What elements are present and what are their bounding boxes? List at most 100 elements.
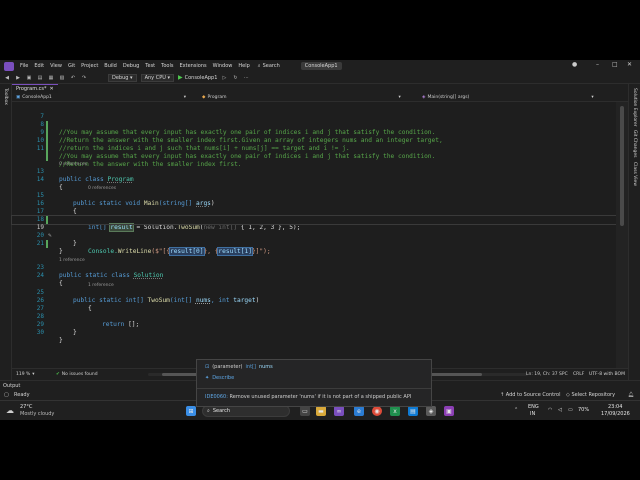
account-icon[interactable]: ● — [572, 61, 577, 68]
menu-project[interactable]: Project — [78, 63, 101, 69]
line-number: 30 — [36, 329, 44, 336]
menu-extensions[interactable]: Extensions — [176, 63, 209, 69]
redo-icon[interactable]: ↷ — [80, 74, 88, 82]
menu-bar: File Edit View Git Project Build Debug T… — [0, 60, 640, 72]
project-dropdown[interactable]: ▣ ConsoleApp1 ▾ — [16, 94, 186, 101]
diagnostic-message: IDE0060: Remove unused parameter 'nums' … — [205, 394, 411, 400]
battery-icon[interactable]: ▭ — [568, 407, 573, 413]
zoom-label: 119 % — [16, 372, 31, 377]
solution-explorer-tab[interactable]: Solution Explorer — [632, 88, 637, 127]
select-repository-button[interactable]: ◇ Select Repository — [566, 392, 615, 398]
maximize-icon[interactable]: □ — [612, 61, 618, 68]
menu-test[interactable]: Test — [142, 63, 158, 69]
save-all-icon[interactable]: ▧ — [58, 74, 66, 82]
undo-icon[interactable]: ↶ — [69, 74, 77, 82]
volume-icon[interactable]: ◁ — [558, 407, 562, 413]
minimize-icon[interactable]: – — [596, 61, 599, 68]
search-icon: ⌕ — [207, 408, 210, 414]
zoom-dropdown[interactable]: 119 % ▾ — [16, 372, 35, 377]
edge-icon[interactable]: e — [354, 406, 364, 416]
store-icon[interactable]: ▤ — [408, 406, 418, 416]
tray-chevron-icon[interactable]: ⌃ — [514, 407, 518, 413]
clock-time[interactable]: 23:04 — [608, 404, 622, 410]
close-icon[interactable]: ✕ — [627, 61, 632, 68]
task-view-icon[interactable]: ▭ — [300, 406, 310, 416]
scrollbar-thumb[interactable] — [620, 106, 624, 226]
code-line: 15 public static void Main(string[] args… — [12, 184, 616, 207]
language-region[interactable]: IN — [530, 411, 535, 417]
menu-search[interactable]: ⌕ Search — [255, 63, 283, 69]
issues-label: No issues found — [61, 372, 98, 377]
left-tool-strip: Toolbox — [0, 84, 12, 380]
change-marker — [46, 240, 48, 248]
menu-help[interactable]: Help — [235, 63, 252, 69]
file-explorer-icon[interactable]: ▬ — [316, 406, 326, 416]
save-icon[interactable]: ▦ — [47, 74, 55, 82]
wifi-icon[interactable]: ◠ — [548, 407, 552, 413]
menu-file[interactable]: File — [17, 63, 31, 69]
project-label: ConsoleApp1 — [22, 95, 52, 100]
forward-icon[interactable]: ▶ — [14, 74, 22, 82]
back-icon[interactable]: ◀ — [3, 74, 11, 82]
diagnostic-code-link[interactable]: IDE0060: — [205, 394, 228, 400]
clock-date[interactable]: 17/09/2026 — [601, 411, 630, 417]
configuration-dropdown[interactable]: Debug ▾ — [108, 73, 137, 82]
code-line: 9 //return the indices i and j such that… — [12, 121, 616, 152]
class-icon: ◆ — [202, 95, 206, 100]
open-icon[interactable]: ▤ — [36, 74, 44, 82]
git-changes-tab[interactable]: Git Changes — [632, 130, 637, 158]
code-line: 23 public static class Solution — [12, 256, 616, 279]
ready-icon: ▢ — [4, 392, 9, 398]
platform-label: Any CPU — [144, 74, 166, 81]
issues-indicator[interactable]: ✔ No issues found — [56, 372, 98, 377]
menu-git[interactable]: Git — [65, 63, 78, 69]
brace: } — [73, 240, 77, 247]
add-source-control-button[interactable]: ↑ Add to Source Control — [500, 392, 561, 398]
play-icon: ▶ — [177, 74, 183, 81]
file-encoding[interactable]: UTF-8 with BOM — [589, 372, 625, 377]
new-item-icon[interactable]: ▣ — [25, 74, 33, 82]
toolbox-tab[interactable]: Toolbox — [3, 88, 8, 105]
member-dropdown[interactable]: ◈ Main(string[] args) ▾ — [422, 94, 594, 101]
whitespace-mode[interactable]: SPC — [559, 372, 568, 377]
excel-icon[interactable]: x — [390, 406, 400, 416]
menu-search-label: Search — [262, 63, 280, 69]
describe-link[interactable]: ✦ Describe — [205, 375, 234, 381]
tab-program-cs[interactable]: Program.cs* ✕ — [12, 84, 58, 93]
menu-view[interactable]: View — [47, 63, 65, 69]
code-line: 8 //Return the answer with the smaller i… — [12, 113, 616, 144]
visual-studio-taskbar-icon[interactable]: ∞ — [334, 406, 344, 416]
code-editor[interactable]: 7 //You may assume that every input has … — [11, 102, 617, 368]
code-line: 10 //You may assume that every input has… — [12, 129, 616, 160]
platform-dropdown[interactable]: Any CPU ▾ — [140, 73, 174, 82]
weather-temp[interactable]: 27°C — [20, 404, 32, 410]
menu-edit[interactable]: Edit — [31, 63, 47, 69]
toolbar-more-icon[interactable]: ⋯ — [242, 74, 250, 82]
code-line: 21 } — [12, 232, 616, 255]
tab-close-icon[interactable]: ✕ — [50, 86, 54, 92]
vs-code-icon[interactable]: ▣ — [444, 406, 454, 416]
code-line: 25 public static int[] TwoSum(int[] nums… — [12, 281, 616, 304]
menu-debug[interactable]: Debug — [120, 63, 142, 69]
taskbar-search-label: Search — [212, 408, 230, 414]
weather-desc[interactable]: Mostly cloudy — [20, 411, 54, 417]
hot-reload-icon[interactable]: ↻ — [231, 74, 239, 82]
app-icon[interactable]: ◈ — [426, 406, 436, 416]
chevron-down-icon: ▾ — [183, 95, 187, 100]
notifications-icon[interactable]: 🔔︎ — [628, 392, 634, 398]
cursor-position[interactable]: Ln: 19, Ch: 37 — [526, 372, 558, 377]
battery-percent[interactable]: 70% — [578, 407, 589, 413]
class-view-tab[interactable]: Class View — [632, 162, 637, 186]
menu-tools[interactable]: Tools — [158, 63, 176, 69]
start-button-icon[interactable]: ⊞ — [186, 406, 196, 416]
menu-window[interactable]: Window — [210, 63, 236, 69]
output-tab-label: Output — [3, 382, 21, 389]
chrome-icon[interactable]: ◉ — [372, 406, 382, 416]
line-ending[interactable]: CRLF — [573, 372, 584, 377]
vertical-scrollbar[interactable] — [616, 102, 628, 368]
menu-build[interactable]: Build — [101, 63, 120, 69]
class-dropdown[interactable]: ◆ Program ▾ — [202, 94, 401, 101]
start-debugging-button[interactable]: ▶ ConsoleApp1 — [178, 74, 217, 81]
language-indicator[interactable]: ENG — [528, 404, 539, 410]
run-without-debugging-icon[interactable]: ▷ — [220, 74, 228, 82]
